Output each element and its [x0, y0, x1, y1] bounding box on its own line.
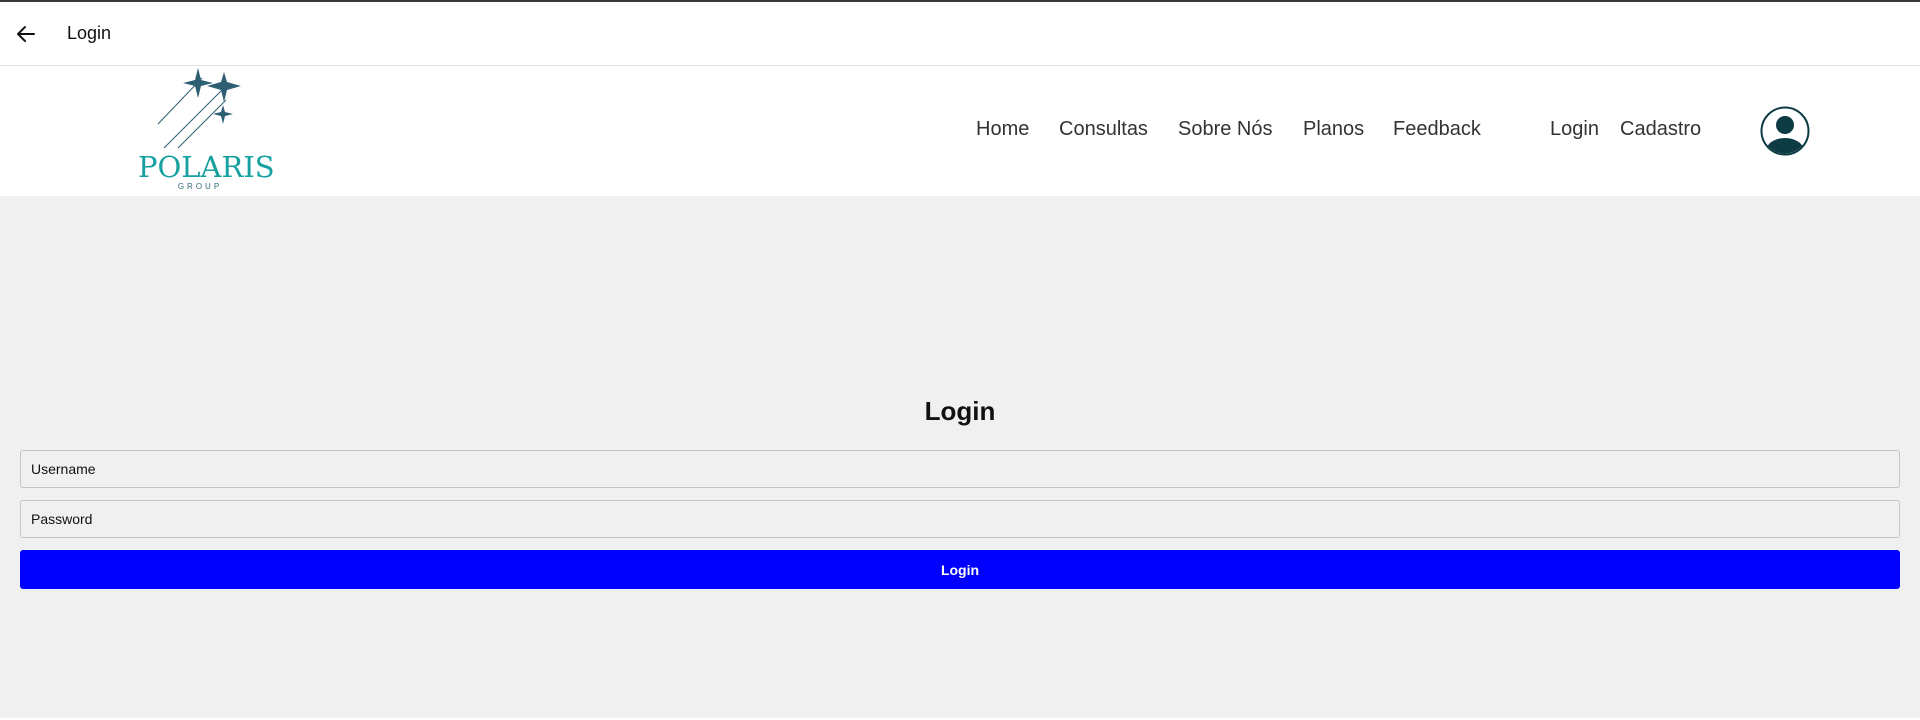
nav-link-consultas[interactable]: Consultas — [1059, 118, 1148, 141]
app-bar: Login — [0, 2, 1920, 66]
password-input[interactable] — [20, 500, 1900, 538]
brand-tagline: GROUP — [177, 182, 223, 191]
profile-button[interactable] — [1760, 106, 1810, 156]
nav-link-feedback[interactable]: Feedback — [1393, 118, 1481, 141]
arrow-left-icon — [17, 25, 35, 42]
login-button[interactable]: Login — [20, 550, 1900, 589]
login-section: Login Login — [0, 196, 1920, 720]
user-avatar-icon — [1760, 106, 1810, 156]
star-logo-icon — [157, 68, 241, 149]
nav-link-sobre-nos[interactable]: Sobre Nós — [1178, 118, 1273, 141]
site-header: POLARIS GROUP Home Consultas Sobre Nós P… — [0, 66, 1920, 196]
back-button[interactable] — [12, 20, 40, 48]
brand-name: POLARIS — [138, 150, 275, 184]
nav-link-cadastro[interactable]: Cadastro — [1620, 118, 1701, 141]
app-bar-title: Login — [67, 23, 112, 43]
username-input[interactable] — [20, 450, 1900, 488]
nav-link-planos[interactable]: Planos — [1303, 118, 1364, 141]
polaris-logo[interactable]: POLARIS GROUP — [138, 68, 275, 192]
login-title: Login — [924, 396, 996, 426]
nav-link-home[interactable]: Home — [976, 118, 1029, 141]
nav-link-login[interactable]: Login — [1550, 118, 1599, 141]
